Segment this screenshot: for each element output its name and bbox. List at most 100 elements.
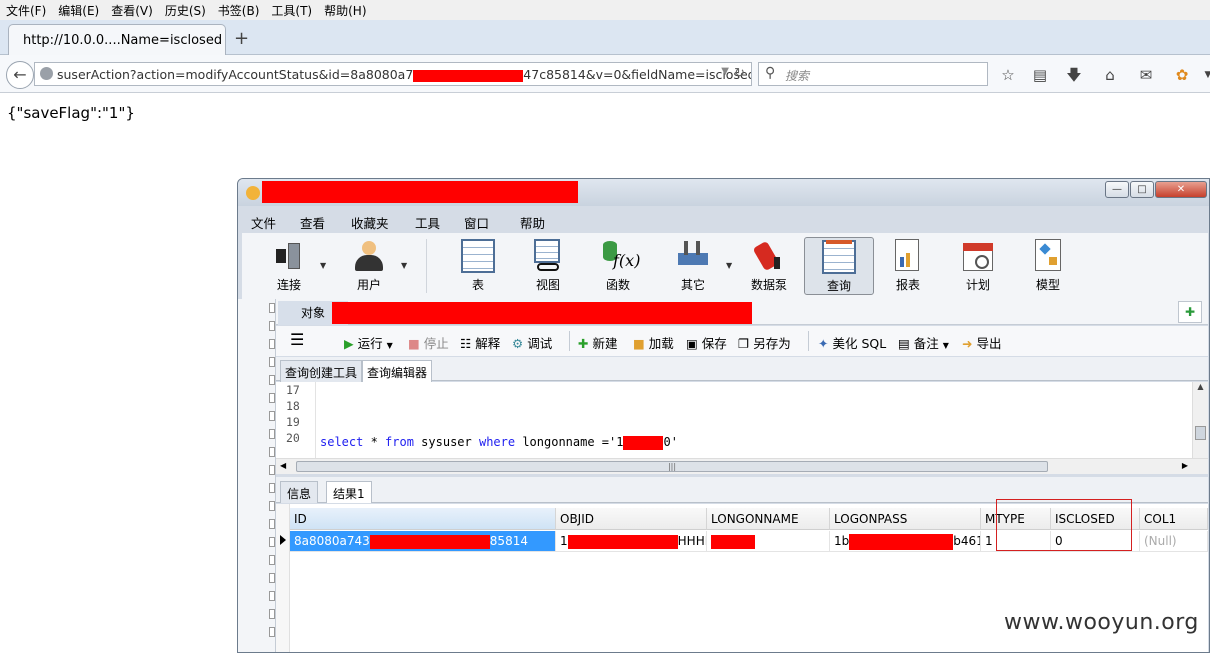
save-as-button[interactable]: ❐ 另存为 <box>738 333 791 352</box>
tree-node-icon[interactable] <box>269 393 275 403</box>
tree-node-icon[interactable] <box>269 447 275 457</box>
close-button[interactable]: ✕ <box>1155 181 1207 198</box>
column-header-longonname[interactable]: LONGONNAME <box>707 508 830 530</box>
tree-node-icon[interactable] <box>269 339 275 349</box>
toolbar-schedule[interactable]: 计划 <box>945 239 1011 293</box>
save-button[interactable]: ▣ 保存 <box>686 333 727 352</box>
tree-node-icon[interactable] <box>269 375 275 385</box>
minimize-button[interactable]: — <box>1105 181 1129 198</box>
tab-query-editor[interactable]: 查询编辑器 <box>362 360 433 382</box>
toolbar-other[interactable]: 其它 <box>660 239 726 293</box>
dropdown-icon[interactable]: ▼ <box>721 66 729 77</box>
debug-button[interactable]: ⚙ 调试 <box>512 333 552 352</box>
menu-history[interactable]: 历史(S) <box>159 2 212 19</box>
reading-list-icon[interactable]: ▤ <box>1030 65 1050 85</box>
tree-node-icon[interactable] <box>269 537 275 547</box>
tree-node-icon[interactable] <box>269 465 275 475</box>
toolbar-table[interactable]: 表 <box>445 239 511 293</box>
sql-editor[interactable]: 17 18 19 20 select * from sysuser where … <box>276 382 1208 458</box>
table-cell-longonname[interactable] <box>707 531 830 552</box>
connection-dropdown-icon[interactable]: ▼ <box>320 261 326 270</box>
new-tab-button[interactable]: + <box>234 28 249 49</box>
toolbar-query[interactable]: 查询 <box>804 237 874 295</box>
menu-view[interactable]: 查看(V) <box>105 2 159 19</box>
note-button[interactable]: ▤ 备注 ▼ <box>898 333 949 352</box>
back-button[interactable]: ← <box>6 61 34 89</box>
reload-icon[interactable]: ↻ <box>734 66 745 81</box>
explain-button[interactable]: ☷ 解释 <box>460 333 500 352</box>
column-header-col1[interactable]: COL1 <box>1140 508 1208 530</box>
tree-node-icon[interactable] <box>269 483 275 493</box>
toolbar-user[interactable]: 用户 <box>336 239 402 293</box>
chat-icon[interactable]: ✉ <box>1136 65 1156 85</box>
navicat-menu-window[interactable]: 窗口 <box>464 211 489 234</box>
scroll-thumb[interactable]: ||| <box>296 461 1048 472</box>
tree-node-icon[interactable] <box>269 357 275 367</box>
tree-node-icon[interactable] <box>269 555 275 565</box>
add-object-icon[interactable]: ✚ <box>1178 301 1202 323</box>
download-icon[interactable]: 🡇 <box>1064 65 1084 85</box>
tree-node-icon[interactable] <box>269 591 275 601</box>
toolbar-view[interactable]: 视图 <box>515 239 581 293</box>
toolbar-connection[interactable]: 连接 <box>256 239 322 293</box>
table-cell-col1[interactable]: (Null) <box>1140 531 1208 552</box>
menu-help[interactable]: 帮助(H) <box>318 2 372 19</box>
other-dropdown-icon[interactable]: ▼ <box>726 261 732 270</box>
tree-node-icon[interactable] <box>269 519 275 529</box>
navicat-menu-tools[interactable]: 工具 <box>415 211 440 234</box>
tab-query-builder[interactable]: 查询创建工具 <box>280 360 363 382</box>
menu-bookmarks[interactable]: 书签(B) <box>212 2 266 19</box>
hamburger-menu-icon[interactable]: ☰ <box>290 330 304 349</box>
tab-result1[interactable]: 结果1 <box>326 481 372 503</box>
table-cell-logonpass[interactable]: 1b b461 <box>830 531 981 552</box>
stop-button[interactable]: ■ 停止 <box>408 333 449 352</box>
extension-icon[interactable]: ✿ <box>1172 65 1192 85</box>
bookmark-star-icon[interactable]: ☆ <box>998 65 1018 85</box>
overflow-menu-icon[interactable]: ▼ <box>1198 65 1210 85</box>
export-button[interactable]: ➜ 导出 <box>962 333 1001 352</box>
navicat-menu-help[interactable]: 帮助 <box>520 211 545 234</box>
editor-vertical-scrollbar[interactable]: ▲ <box>1192 382 1208 458</box>
load-button[interactable]: ■ 加载 <box>633 333 674 352</box>
navicat-menu-file[interactable]: 文件 <box>251 211 276 234</box>
tree-node-icon[interactable] <box>269 573 275 583</box>
column-header-logonpass[interactable]: LOGONPASS <box>830 508 981 530</box>
scroll-thumb[interactable] <box>1195 426 1206 440</box>
column-header-id[interactable]: ID <box>290 508 556 530</box>
url-bar[interactable]: suserAction?action=modifyAccountStatus&i… <box>34 62 752 86</box>
tree-node-icon[interactable] <box>269 321 275 331</box>
browser-tab[interactable]: http://10.0.0....Name=isclosed <box>8 24 226 56</box>
menu-edit[interactable]: 编辑(E) <box>52 2 105 19</box>
column-header-objid[interactable]: OBJID <box>556 508 707 530</box>
scroll-right-icon[interactable]: ▶ <box>1182 461 1188 470</box>
tree-node-icon[interactable] <box>269 429 275 439</box>
beautify-sql-button[interactable]: ✦ 美化 SQL <box>818 333 886 352</box>
run-dropdown-icon[interactable]: ▼ <box>387 341 393 350</box>
menu-file[interactable]: 文件(F) <box>0 2 52 19</box>
table-cell-id[interactable]: 8a8080a743 85814 <box>290 531 556 552</box>
user-dropdown-icon[interactable]: ▼ <box>401 261 407 270</box>
toolbar-data-pump[interactable]: 数据泵 <box>736 239 802 293</box>
navicat-menu-view[interactable]: 查看 <box>300 211 325 234</box>
table-cell-objid[interactable]: 1HHHH <box>556 531 707 552</box>
menu-tools[interactable]: 工具(T) <box>265 2 318 19</box>
scroll-left-icon[interactable]: ◀ <box>280 461 286 470</box>
tree-node-icon[interactable] <box>269 303 275 313</box>
home-icon[interactable]: ⌂ <box>1100 65 1120 85</box>
navicat-menu-favorites[interactable]: 收藏夹 <box>351 211 389 234</box>
tree-node-icon[interactable] <box>269 609 275 619</box>
editor-horizontal-scrollbar[interactable]: ◀ ||| ▶ <box>276 458 1208 474</box>
run-button[interactable]: ▶ 运行 ▼ <box>344 333 393 352</box>
toolbar-report[interactable]: 报表 <box>875 239 941 293</box>
toolbar-function[interactable]: f(x) 函数 <box>585 239 651 293</box>
new-query-button[interactable]: ✚ 新建 <box>578 333 617 352</box>
scroll-up-icon[interactable]: ▲ <box>1193 382 1208 391</box>
tree-node-icon[interactable] <box>269 501 275 511</box>
tree-node-icon[interactable] <box>269 627 275 637</box>
tree-node-icon[interactable] <box>269 411 275 421</box>
sql-code-line[interactable]: select * from sysuser where longonname =… <box>320 435 678 450</box>
maximize-button[interactable]: □ <box>1130 181 1154 198</box>
note-dropdown-icon[interactable]: ▼ <box>943 341 949 350</box>
tab-info[interactable]: 信息 <box>280 481 319 503</box>
search-input[interactable]: ⚲ 搜索 <box>758 62 988 86</box>
